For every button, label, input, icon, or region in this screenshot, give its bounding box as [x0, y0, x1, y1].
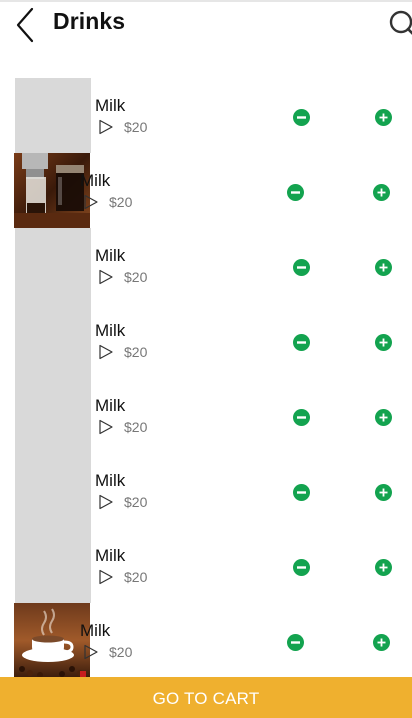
item-price: $20	[124, 494, 148, 510]
item-image-placeholder	[15, 303, 91, 378]
decrease-quantity-button[interactable]	[293, 484, 310, 501]
increase-quantity-button[interactable]	[375, 559, 392, 576]
list-item[interactable]: Milk $20	[0, 153, 412, 228]
item-price: $20	[109, 644, 133, 660]
item-image	[14, 153, 90, 228]
plus-icon	[377, 188, 386, 197]
plus-icon	[379, 113, 388, 122]
list-item[interactable]: Milk $20	[0, 528, 412, 603]
increase-quantity-button[interactable]	[375, 259, 392, 276]
plus-icon	[377, 638, 386, 647]
item-image	[14, 603, 90, 678]
iced-coffee-image	[14, 153, 90, 228]
item-price: $20	[109, 194, 133, 210]
item-price: $20	[124, 269, 148, 285]
item-price: $20	[124, 344, 148, 360]
item-price-row: $20	[98, 494, 147, 510]
minus-icon	[297, 341, 306, 344]
item-image-placeholder	[15, 453, 91, 528]
search-icon	[389, 10, 412, 35]
plus-icon	[379, 488, 388, 497]
coffee-cup-image	[14, 603, 90, 678]
list-item[interactable]: Milk $20	[0, 603, 412, 678]
item-price: $20	[124, 119, 148, 135]
decrease-quantity-button[interactable]	[293, 259, 310, 276]
item-name: Milk	[95, 96, 126, 115]
back-button[interactable]	[10, 6, 40, 44]
item-name: Milk	[80, 621, 111, 640]
plus-icon	[379, 563, 388, 572]
play-icon	[99, 419, 113, 435]
increase-quantity-button[interactable]	[375, 484, 392, 501]
item-price-row: $20	[98, 269, 147, 285]
minus-icon	[297, 566, 306, 569]
item-name: Milk	[95, 471, 126, 490]
minus-icon	[297, 491, 306, 494]
minus-icon	[291, 191, 300, 194]
decrease-quantity-button[interactable]	[293, 409, 310, 426]
item-price-row: $20	[98, 119, 147, 135]
list-item[interactable]: Milk $20	[0, 378, 412, 453]
play-icon	[99, 119, 113, 135]
increase-quantity-button[interactable]	[375, 109, 392, 126]
search-button[interactable]	[386, 8, 412, 40]
list-item[interactable]: Milk $20	[0, 303, 412, 378]
item-name: Milk	[95, 246, 126, 265]
minus-icon	[297, 116, 306, 119]
decrease-quantity-button[interactable]	[287, 184, 304, 201]
plus-icon	[379, 338, 388, 347]
play-icon	[99, 494, 113, 510]
item-price-row: $20	[98, 344, 147, 360]
chevron-left-icon	[16, 7, 34, 43]
item-name: Milk	[95, 321, 126, 340]
item-price-row: $20	[83, 644, 132, 660]
decrease-quantity-button[interactable]	[293, 559, 310, 576]
page-title: Drinks	[53, 8, 126, 34]
increase-quantity-button[interactable]	[373, 634, 390, 651]
decrease-quantity-button[interactable]	[293, 109, 310, 126]
decrease-quantity-button[interactable]	[287, 634, 304, 651]
play-icon	[84, 194, 98, 210]
list-item[interactable]: Milk $20	[0, 228, 412, 303]
item-price: $20	[124, 569, 148, 585]
list-item[interactable]: Milk $20	[0, 453, 412, 528]
item-image-placeholder	[15, 228, 91, 303]
item-price: $20	[124, 419, 148, 435]
item-name: Milk	[95, 396, 126, 415]
play-icon	[84, 644, 98, 660]
item-name: Milk	[95, 546, 126, 565]
item-name: Milk	[80, 171, 111, 190]
play-icon	[99, 269, 113, 285]
increase-quantity-button[interactable]	[375, 409, 392, 426]
item-price-row: $20	[83, 194, 132, 210]
item-image-placeholder	[15, 528, 91, 603]
go-to-cart-button[interactable]: GO TO CART	[0, 677, 412, 718]
minus-icon	[297, 266, 306, 269]
plus-icon	[379, 413, 388, 422]
increase-quantity-button[interactable]	[375, 334, 392, 351]
app-header: Drinks	[0, 2, 412, 46]
item-image-placeholder	[15, 378, 91, 453]
item-price-row: $20	[98, 419, 147, 435]
drinks-list: Milk $20 Milk $20 Milk $20 Milk $20 Milk…	[0, 78, 412, 678]
play-icon	[99, 569, 113, 585]
list-item[interactable]: Milk $20	[0, 78, 412, 153]
increase-quantity-button[interactable]	[373, 184, 390, 201]
play-icon	[99, 344, 113, 360]
item-price-row: $20	[98, 569, 147, 585]
minus-icon	[291, 641, 300, 644]
decrease-quantity-button[interactable]	[293, 334, 310, 351]
item-image-placeholder	[15, 78, 91, 153]
minus-icon	[297, 416, 306, 419]
plus-icon	[379, 263, 388, 272]
